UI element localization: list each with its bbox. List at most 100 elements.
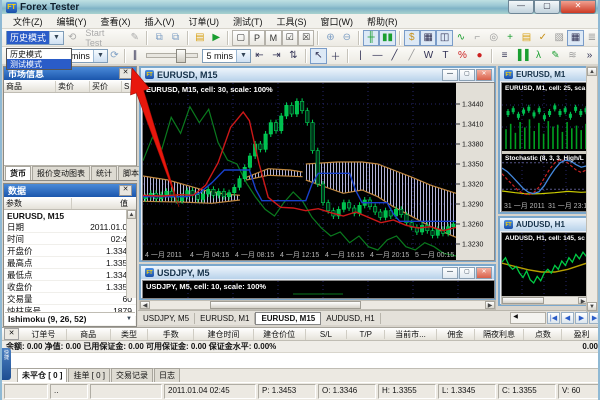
eurusd-m15-chart[interactable]: 1.34401.34101.33801.33501.33201.32901.32… bbox=[142, 82, 495, 261]
child-close-button[interactable]: ✕ bbox=[476, 69, 492, 81]
menu-item-2[interactable]: 查看(X) bbox=[94, 14, 138, 29]
new-chart-icon[interactable]: ▢ bbox=[232, 30, 248, 46]
orders-col-5[interactable]: 建仓价位 bbox=[254, 329, 306, 340]
eurusd-m15-titlebar[interactable]: FT EURUSD, M15 — ▢ ✕ bbox=[141, 68, 494, 81]
snapshot-icon[interactable]: ▧ bbox=[551, 30, 567, 46]
collapsed-panel-tab[interactable]: 快捷 bbox=[2, 348, 11, 380]
audusd-h1-titlebar[interactable]: FT AUDUSD, H1 bbox=[500, 218, 590, 231]
data-col-0[interactable]: 参数 bbox=[4, 198, 72, 209]
data-panel-close-icon[interactable]: ✕ bbox=[119, 185, 132, 196]
menu-item-7[interactable]: 窗口(W) bbox=[314, 14, 361, 29]
data-center-icon[interactable]: ▤ bbox=[192, 30, 208, 46]
step-forward-icon[interactable]: ⇥ bbox=[268, 48, 285, 64]
data-col-1[interactable]: 值 bbox=[72, 198, 130, 209]
hlines-set-icon[interactable]: ≡ bbox=[496, 48, 513, 64]
eurusd-m1-chart[interactable]: EURUSD, M1, cell: 25, sca Stochastic (8,… bbox=[501, 82, 591, 212]
mdi-h-scrollbar[interactable]: ◀ ▶ bbox=[139, 300, 496, 310]
shapes-icon[interactable]: ● bbox=[471, 48, 488, 64]
bars-mode-icon[interactable]: ╫ bbox=[363, 30, 379, 46]
channel-icon[interactable]: ≋ bbox=[564, 48, 581, 64]
eurusd-m1-titlebar[interactable]: FT EURUSD, M1 bbox=[500, 68, 590, 81]
test-settings-icon[interactable]: ✎ bbox=[127, 30, 143, 46]
chart-tab-0[interactable]: USDJPY, M5 bbox=[138, 313, 195, 324]
mode-option-0[interactable]: 历史模式 bbox=[7, 49, 71, 59]
minimize-button[interactable]: — bbox=[508, 0, 534, 14]
h-scroll-thumb[interactable] bbox=[210, 301, 361, 309]
scroll-down-icon[interactable]: ▼ bbox=[587, 302, 597, 311]
scroll-right-icon[interactable]: ▶ bbox=[485, 301, 495, 309]
market-info-close-icon[interactable]: ✕ bbox=[119, 68, 132, 79]
sync-icon[interactable]: ⟳ bbox=[108, 48, 121, 64]
market-info-columns[interactable]: 商品卖价买价S bbox=[4, 80, 136, 93]
horizontal-line-icon[interactable]: — bbox=[369, 48, 386, 64]
speed-slider[interactable] bbox=[146, 50, 199, 62]
menu-item-0[interactable]: 文件(Z) bbox=[6, 14, 50, 29]
menu-item-3[interactable]: 插入(V) bbox=[138, 14, 182, 29]
orders-close-icon[interactable]: ✕ bbox=[4, 328, 19, 340]
chart-offset-icon[interactable]: ◫ bbox=[436, 30, 452, 46]
mdi-v-scrollbar[interactable]: ▲ ▼ bbox=[586, 66, 598, 312]
indicator-step-icon[interactable]: ⌐ bbox=[469, 30, 485, 46]
orders-col-3[interactable]: 手数 bbox=[148, 329, 194, 340]
maximize-button[interactable]: ▢ bbox=[534, 0, 560, 14]
orders-col-1[interactable]: 商品 bbox=[67, 329, 111, 340]
market-col-2[interactable]: 买价 bbox=[90, 81, 122, 92]
stamp-icon[interactable]: ✓ bbox=[535, 30, 551, 46]
mode-select-arrow-icon[interactable]: ▼ bbox=[49, 32, 63, 44]
scroll-up-icon[interactable]: ▲ bbox=[127, 210, 136, 219]
orders-tab-2[interactable]: 交易记录 bbox=[111, 368, 153, 382]
orders-body[interactable] bbox=[2, 353, 600, 369]
orders-col-6[interactable]: S/L bbox=[306, 330, 348, 339]
title-bar[interactable]: FT Forex Tester — ▢ ✕ bbox=[2, 0, 598, 14]
data-panel-scrollbar[interactable]: ▲ bbox=[126, 210, 136, 298]
orders-col-10[interactable]: 隔夜利息 bbox=[475, 329, 525, 340]
menu-item-4[interactable]: 订单(U) bbox=[182, 14, 227, 29]
market-tab-1[interactable]: 报价变动图表 bbox=[32, 166, 90, 180]
speed-select[interactable]: 5 mins ▼ bbox=[202, 49, 251, 63]
chart-tab-3[interactable]: AUDUSD, H1 bbox=[321, 313, 380, 324]
close-button[interactable]: ✕ bbox=[560, 0, 596, 14]
orders-col-12[interactable]: 盈利 bbox=[562, 329, 600, 340]
oscillator-icon[interactable]: ◎ bbox=[486, 30, 502, 46]
nav-prev-icon[interactable]: ◀ bbox=[561, 312, 574, 324]
speed-arrow-icon[interactable]: ▼ bbox=[236, 50, 250, 62]
copy-tick-icon[interactable]: ⧉ bbox=[151, 30, 167, 46]
orders-tab-0[interactable]: 未平仓 [ 0 ] bbox=[17, 368, 67, 382]
market-tab-2[interactable]: 统计 bbox=[91, 166, 117, 180]
step-back-icon[interactable]: ⇤ bbox=[251, 48, 268, 64]
trendline-icon[interactable]: ╱ bbox=[386, 48, 403, 64]
child-minimize-button[interactable]: — bbox=[442, 69, 458, 81]
market-info-body[interactable] bbox=[4, 93, 136, 165]
export-data-icon[interactable]: ▶ bbox=[208, 30, 224, 46]
delete-chart-icon[interactable]: ☒ bbox=[298, 30, 314, 46]
restart-test-icon[interactable]: ⟲ bbox=[64, 30, 80, 46]
orders-col-4[interactable]: 建仓时间 bbox=[194, 329, 254, 340]
chart-tab-1[interactable]: EURUSD, M1 bbox=[195, 313, 255, 324]
nav-next-icon[interactable]: ▶ bbox=[575, 312, 588, 324]
menu-item-6[interactable]: 工具(S) bbox=[270, 14, 314, 29]
nav-last-icon[interactable]: ▶| bbox=[589, 312, 600, 324]
pencil-icon[interactable]: ✎ bbox=[547, 48, 564, 64]
vlines-set-icon[interactable]: ▐▐ bbox=[513, 48, 530, 64]
speed-slider-thumb[interactable] bbox=[176, 49, 186, 63]
menu-item-1[interactable]: 编辑(Y) bbox=[50, 14, 94, 29]
menu-item-5[interactable]: 测试(T) bbox=[226, 14, 270, 29]
orders-col-2[interactable]: 类型 bbox=[111, 329, 149, 340]
indicator-line-icon[interactable]: ∿ bbox=[453, 30, 469, 46]
templates-button[interactable]: M bbox=[265, 30, 281, 46]
symbol-properties-icon[interactable]: $ bbox=[404, 30, 420, 46]
mode-option-1[interactable]: 测试模式 bbox=[7, 59, 71, 69]
ray-icon[interactable]: ╱ bbox=[403, 48, 420, 64]
zoom-out-icon[interactable]: ⊖ bbox=[339, 30, 355, 46]
chart-window-icon[interactable]: ▦ bbox=[420, 30, 436, 46]
orders-tab-3[interactable]: 日志 bbox=[154, 368, 180, 382]
child-close-button[interactable]: ✕ bbox=[476, 267, 492, 279]
cursor-icon[interactable]: ↖ bbox=[310, 48, 327, 64]
crosshair-icon[interactable]: ＋ bbox=[327, 48, 344, 64]
indicator-dropdown-icon[interactable]: ▼ bbox=[126, 316, 132, 322]
usdjpy-m5-titlebar[interactable]: FT USDJPY, M5 — ▢ ✕ bbox=[141, 266, 494, 279]
orders-col-7[interactable]: T/P bbox=[347, 330, 385, 339]
orders-col-9[interactable]: 佣金 bbox=[437, 329, 475, 340]
indicator-selector[interactable]: Ishimoku (9, 26, 52) ▼ bbox=[5, 312, 135, 325]
menu-item-8[interactable]: 帮助(R) bbox=[360, 14, 405, 29]
